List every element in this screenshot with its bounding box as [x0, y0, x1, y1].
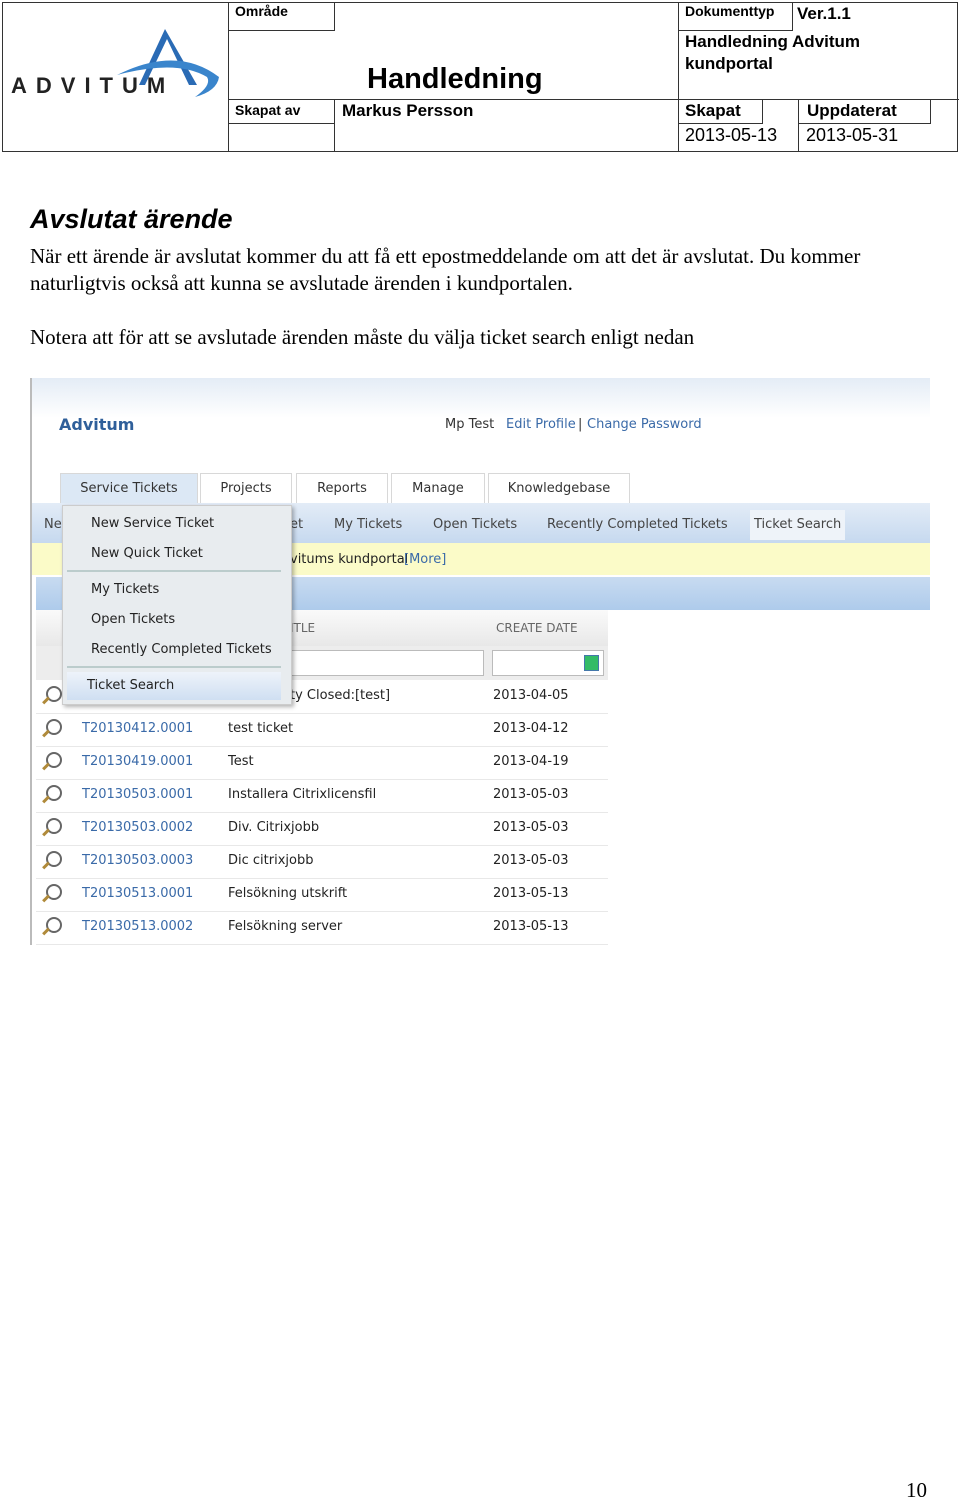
- tab-service-tickets[interactable]: Service Tickets: [60, 473, 198, 503]
- menu-ticket-search-label: Ticket Search: [87, 678, 175, 693]
- row-title: Felsökning server: [228, 919, 343, 934]
- row-date: 2013-05-03: [493, 853, 569, 868]
- menu-new-service-ticket[interactable]: New Service Ticket: [91, 516, 214, 531]
- updated-label-cell: Uppdaterat: [798, 99, 931, 124]
- ticket-id-link[interactable]: T20130503.0001: [82, 787, 193, 802]
- change-password-link[interactable]: Change Password: [587, 417, 702, 432]
- row-title: Installera Citrixlicensfil: [228, 787, 377, 802]
- table-row[interactable]: T20130503.0001 Installera Citrixlicensfi…: [36, 779, 608, 813]
- table-row[interactable]: T20130503.0002 Div. Citrixjobb 2013-05-0…: [36, 812, 608, 846]
- table-row[interactable]: T20130412.0001 test ticket 2013-04-12: [36, 713, 608, 747]
- ticket-id-link[interactable]: T20130503.0003: [82, 853, 193, 868]
- date-filter-input[interactable]: [492, 650, 604, 676]
- top-gradient: [32, 378, 930, 418]
- row-date: 2013-05-03: [493, 787, 569, 802]
- tab-reports[interactable]: Reports: [296, 473, 388, 503]
- doctype-cell: [678, 2, 959, 100]
- menu-new-quick-ticket[interactable]: New Quick Ticket: [91, 546, 203, 561]
- ticket-id-link[interactable]: T20130513.0002: [82, 919, 193, 934]
- subnav-recently-completed[interactable]: Recently Completed Tickets: [547, 511, 728, 539]
- subnav-ticket-search[interactable]: Ticket Search: [750, 510, 846, 540]
- row-title: Dic citrixjobb: [228, 853, 314, 868]
- row-title: Test: [228, 754, 254, 769]
- subnav-partial-left[interactable]: Ne: [44, 511, 62, 539]
- table-row[interactable]: T20130513.0001 Felsökning utskrift 2013-…: [36, 878, 608, 912]
- row-date: 2013-04-12: [493, 721, 569, 736]
- column-title[interactable]: ITLE: [290, 621, 315, 635]
- ticket-id-link[interactable]: T20130419.0001: [82, 754, 193, 769]
- magnifier-icon[interactable]: [46, 719, 62, 735]
- subnav-open-tickets[interactable]: Open Tickets: [433, 511, 517, 539]
- brand: Advitum: [59, 415, 135, 434]
- magnifier-icon[interactable]: [46, 851, 62, 867]
- magnifier-icon[interactable]: [46, 785, 62, 801]
- page-number: 10: [906, 1478, 927, 1501]
- updated-label: Uppdaterat: [807, 101, 897, 120]
- row-title: ty Closed:[test]: [290, 688, 391, 703]
- table-row[interactable]: T20130419.0001 Test 2013-04-19: [36, 746, 608, 780]
- advitum-logo: ADVITUM: [7, 25, 227, 105]
- menu-divider: [67, 666, 281, 668]
- row-date: 2013-05-03: [493, 820, 569, 835]
- document-page: ADVITUM Område Handledning Dokumenttyp V…: [0, 0, 960, 1501]
- table-row[interactable]: T20130503.0003 Dic citrixjobb 2013-05-03: [36, 845, 608, 879]
- ticket-id-link[interactable]: T20130503.0002: [82, 820, 193, 835]
- column-create-date[interactable]: CREATE DATE: [496, 621, 578, 635]
- row-title: test ticket: [228, 721, 294, 736]
- subnav-my-tickets[interactable]: My Tickets: [334, 511, 402, 539]
- document-header: ADVITUM Område Handledning Dokumenttyp V…: [2, 2, 959, 152]
- menu-divider: [67, 570, 281, 572]
- magnifier-icon[interactable]: [46, 884, 62, 900]
- magnifier-icon[interactable]: [46, 752, 62, 768]
- tab-knowledgebase[interactable]: Knowledgebase: [488, 473, 630, 503]
- notice-more-link[interactable]: [More]: [404, 552, 446, 567]
- section-heading: Avslutat ärende: [30, 204, 233, 234]
- row-date: 2013-05-13: [493, 886, 569, 901]
- portal-screenshot: Advitum Mp Test Edit Profile | Change Pa…: [30, 378, 930, 945]
- service-tickets-dropdown: New Service Ticket New Quick Ticket My T…: [62, 505, 292, 705]
- magnifier-icon[interactable]: [46, 686, 62, 702]
- edit-profile-link[interactable]: Edit Profile: [506, 417, 576, 432]
- notice-text: vitums kundportal: [290, 552, 409, 567]
- row-date: 2013-04-05: [493, 688, 569, 703]
- ticket-id-link[interactable]: T20130513.0001: [82, 886, 193, 901]
- table-row[interactable]: T20130513.0002 Felsökning server 2013-05…: [36, 911, 608, 945]
- row-title: Div. Citrixjobb: [228, 820, 320, 835]
- created-date: 2013-05-13: [685, 125, 778, 145]
- created-by: Markus Persson: [342, 101, 474, 120]
- document-title: Handledning: [367, 63, 543, 95]
- logo-text: ADVITUM: [11, 73, 175, 98]
- magnifier-icon[interactable]: [46, 917, 62, 933]
- calendar-icon[interactable]: [584, 655, 599, 671]
- row-title: Felsökning utskrift: [228, 886, 348, 901]
- row-date: 2013-04-19: [493, 754, 569, 769]
- created-by-cell: [228, 99, 335, 152]
- menu-open-tickets[interactable]: Open Tickets: [91, 612, 175, 627]
- title-filter-input[interactable]: [290, 650, 484, 676]
- ticket-id-link[interactable]: T20130412.0001: [82, 721, 193, 736]
- link-separator: |: [578, 417, 583, 432]
- row-date: 2013-05-13: [493, 919, 569, 934]
- menu-recently-completed[interactable]: Recently Completed Tickets: [91, 642, 272, 657]
- paragraph-1: När ett ärende är avslutat kommer du att…: [30, 244, 861, 295]
- updated-date: 2013-05-31: [806, 125, 899, 145]
- tab-projects[interactable]: Projects: [200, 473, 292, 503]
- menu-ticket-search[interactable]: Ticket Search: [67, 672, 281, 700]
- paragraph-2: Notera att för att se avslutade ärenden …: [30, 325, 695, 349]
- user-name: Mp Test: [445, 417, 495, 432]
- menu-my-tickets[interactable]: My Tickets: [91, 582, 159, 597]
- magnifier-icon[interactable]: [46, 818, 62, 834]
- tab-manage[interactable]: Manage: [391, 473, 485, 503]
